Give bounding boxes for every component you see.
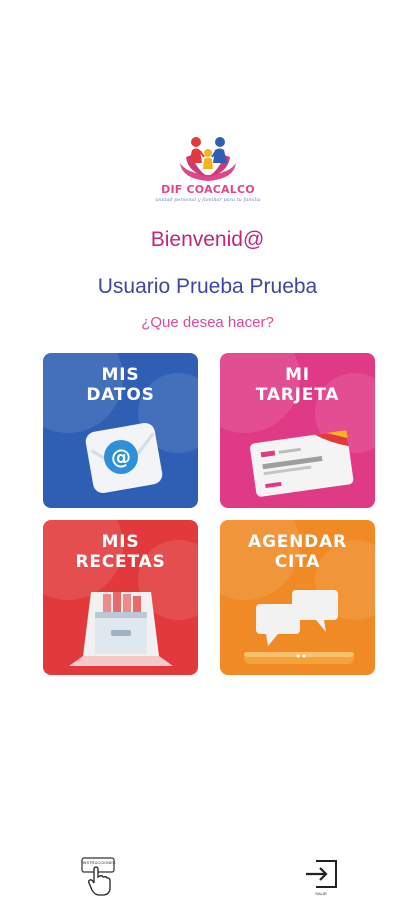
my-card-label-line2: TARJETA [255,385,340,405]
logo-name: DIF COACALCO [161,183,255,196]
my-data-label-line2: DATOS [86,385,155,405]
my-card-label-line1: MI [285,365,310,385]
logo-tagline: unidad personal y familiar para tu famil… [155,197,261,203]
email-at-icon: @ [85,422,163,494]
my-prescriptions-label-line1: MIS [101,532,140,552]
schedule-appointment-tile[interactable]: AGENDAR CITA [220,520,375,675]
my-prescriptions-tile[interactable]: MIS RECETAS [43,520,198,675]
user-name: Usuario Prueba Prueba [97,275,318,298]
logout-label: SALIR [315,891,327,896]
family-hands-icon [180,137,236,181]
welcome-text: Bienvenid@ [150,228,265,251]
family-card-icon [250,430,354,497]
my-prescriptions-label: MIS RECETAS [43,532,198,572]
my-card-label: MI TARJETA [220,365,375,405]
instructions-label: INSTRUCCIONES [82,860,116,865]
schedule-appointment-label: AGENDAR CITA [220,532,375,572]
my-data-label: MIS DATOS [43,365,198,405]
my-data-label-line1: MIS [101,365,140,385]
instructions-button[interactable]: INSTRUCCIONES [80,857,118,897]
dif-logo: DIF COACALCO unidad personal y familiar … [140,133,276,213]
question-text: ¿Que desea hacer? [141,314,274,331]
my-data-tile[interactable]: MIS DATOS @ [43,353,198,508]
chat-bubbles-icon [244,590,354,664]
logout-button[interactable]: SALIR [302,857,340,897]
my-prescriptions-label-line2: RECETAS [75,552,166,572]
file-drawer-icon [69,592,173,666]
exit-icon [306,860,337,888]
svg-text:@: @ [111,445,131,469]
my-card-tile[interactable]: MI TARJETA [220,353,375,508]
schedule-appointment-label-line1: AGENDAR [248,532,347,552]
schedule-appointment-label-line2: CITA [274,552,321,572]
